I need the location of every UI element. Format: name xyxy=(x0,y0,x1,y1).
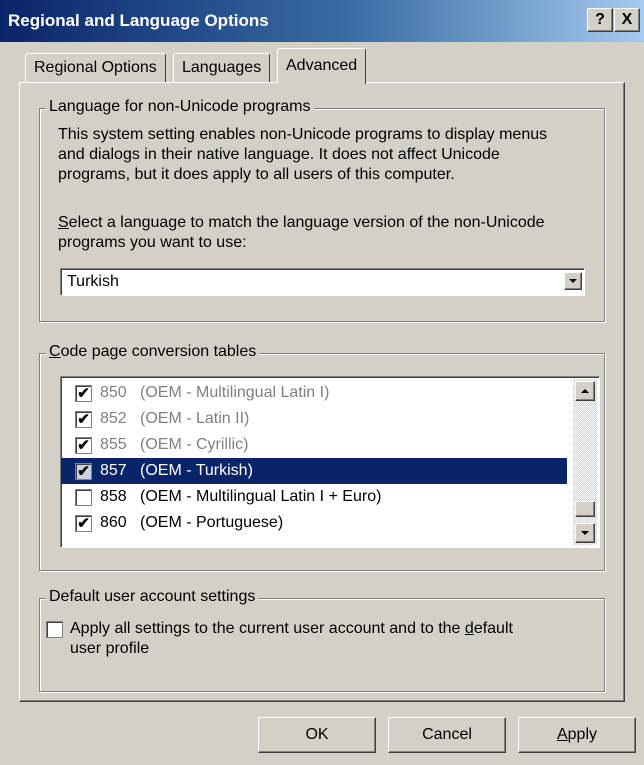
ok-label: OK xyxy=(305,726,329,743)
check-icon: ✔ xyxy=(77,384,90,402)
list-scrollbar[interactable] xyxy=(573,379,597,545)
non-unicode-description: This system setting enables non-Unicode … xyxy=(58,125,603,185)
code-page-number: 860 xyxy=(100,514,127,531)
list-item-860[interactable]: ✔ 860 (OEM - Portuguese) xyxy=(61,510,567,536)
prompt-mnemonic: S xyxy=(58,214,69,231)
checkbox-858[interactable] xyxy=(75,488,92,506)
code-page-name: (OEM - Multilingual Latin I + Euro) xyxy=(140,488,382,505)
code-page-name: (OEM - Multilingual Latin I) xyxy=(140,384,330,401)
group-legend: Default user account settings xyxy=(46,588,259,606)
legend-text: ode page conversion tables xyxy=(60,343,257,360)
check-icon: ✔ xyxy=(77,436,90,454)
language-dropdown[interactable]: Turkish xyxy=(60,268,585,296)
code-page-number: 850 xyxy=(100,384,127,401)
label-mnemonic: d xyxy=(464,620,474,637)
checkbox-860[interactable]: ✔ xyxy=(75,514,92,532)
prompt-text-line2: programs you want to use: xyxy=(58,234,247,251)
group-legend: Language for non-Unicode programs xyxy=(46,98,314,116)
label-text: efault xyxy=(473,620,513,637)
list-item-855[interactable]: ✔ 855 (OEM - Cyrillic) xyxy=(61,432,567,458)
window-title: Regional and Language Options xyxy=(8,11,269,30)
list-item-857[interactable]: ✔ 857 (OEM - Turkish) xyxy=(61,458,567,484)
group-non-unicode: Language for non-Unicode programs This s… xyxy=(39,98,605,322)
close-button[interactable]: X xyxy=(614,8,640,32)
scroll-thumb[interactable] xyxy=(575,501,595,517)
chevron-up-icon xyxy=(581,389,589,393)
code-page-name: (OEM - Latin II) xyxy=(140,410,250,427)
help-button[interactable]: ? xyxy=(587,8,613,32)
prompt-text: elect a language to match the language v… xyxy=(68,214,545,231)
tab-advanced[interactable]: Advanced xyxy=(277,48,367,84)
language-dropdown-value: Turkish xyxy=(67,273,119,290)
code-page-number: 857 xyxy=(100,462,127,479)
description-line: programs, but it does apply to all users… xyxy=(58,166,455,183)
description-line: and dialogs in their native language. It… xyxy=(58,146,500,163)
checkbox-852[interactable]: ✔ xyxy=(75,410,92,428)
code-page-number: 855 xyxy=(100,436,127,453)
ok-button[interactable]: OK xyxy=(258,717,376,753)
apply-default-user-label[interactable]: Apply all settings to the current user a… xyxy=(70,619,590,659)
list-item-850[interactable]: ✔ 850 (OEM - Multilingual Latin I) xyxy=(61,380,567,406)
group-default-user: Default user account settings Apply all … xyxy=(39,588,605,692)
title-bar[interactable]: Regional and Language Options ? X xyxy=(0,0,644,42)
label-text-line2: user profile xyxy=(70,640,150,657)
tab-languages[interactable]: Languages xyxy=(173,53,271,83)
apply-mnemonic: A xyxy=(556,726,568,743)
tab-panel-advanced: Language for non-Unicode programs This s… xyxy=(19,82,625,702)
code-page-number: 852 xyxy=(100,410,127,427)
tab-label: Advanced xyxy=(286,57,358,74)
checkbox-850[interactable]: ✔ xyxy=(75,384,92,402)
cancel-label: Cancel xyxy=(422,726,472,743)
chevron-down-icon xyxy=(581,531,589,535)
apply-label: Apply xyxy=(557,726,597,744)
check-icon: ✔ xyxy=(77,410,90,428)
list-item-858[interactable]: 858 (OEM - Multilingual Latin I + Euro) xyxy=(61,484,567,510)
cancel-button[interactable]: Cancel xyxy=(388,717,506,753)
apply-default-user-checkbox[interactable] xyxy=(46,621,63,638)
help-icon: ? xyxy=(595,11,605,28)
label-text: Apply all settings to the current user a… xyxy=(70,620,465,637)
dropdown-arrow-button[interactable] xyxy=(564,272,582,290)
check-icon: ✔ xyxy=(77,514,90,532)
chevron-down-icon xyxy=(569,279,577,283)
list-item-852[interactable]: ✔ 852 (OEM - Latin II) xyxy=(61,406,567,432)
code-page-number: 858 xyxy=(100,488,127,505)
scroll-up-button[interactable] xyxy=(575,381,595,401)
tab-label: Languages xyxy=(182,59,262,76)
select-language-prompt: Select a language to match the language … xyxy=(58,213,603,253)
close-icon: X xyxy=(621,11,633,28)
checkbox-855[interactable]: ✔ xyxy=(75,436,92,454)
apply-button[interactable]: Apply xyxy=(518,717,636,753)
check-icon: ✔ xyxy=(77,462,90,480)
scroll-down-button[interactable] xyxy=(575,523,595,543)
code-page-name: (OEM - Portuguese) xyxy=(140,514,284,531)
checkbox-857[interactable]: ✔ xyxy=(75,462,92,480)
tab-regional-options[interactable]: Regional Options xyxy=(25,53,166,83)
apply-label-rest: pply xyxy=(567,726,598,743)
code-page-name: (OEM - Cyrillic) xyxy=(140,436,249,453)
legend-mnemonic: C xyxy=(49,343,61,360)
code-page-list[interactable]: ✔ 850 (OEM - Multilingual Latin I) ✔ 852… xyxy=(60,376,600,548)
code-page-name: (OEM - Turkish) xyxy=(140,462,253,479)
group-legend: Code page conversion tables xyxy=(46,343,260,361)
tab-label: Regional Options xyxy=(34,59,157,76)
group-code-pages: Code page conversion tables ✔ 850 (OEM -… xyxy=(39,343,605,571)
description-line: This system setting enables non-Unicode … xyxy=(58,126,548,143)
